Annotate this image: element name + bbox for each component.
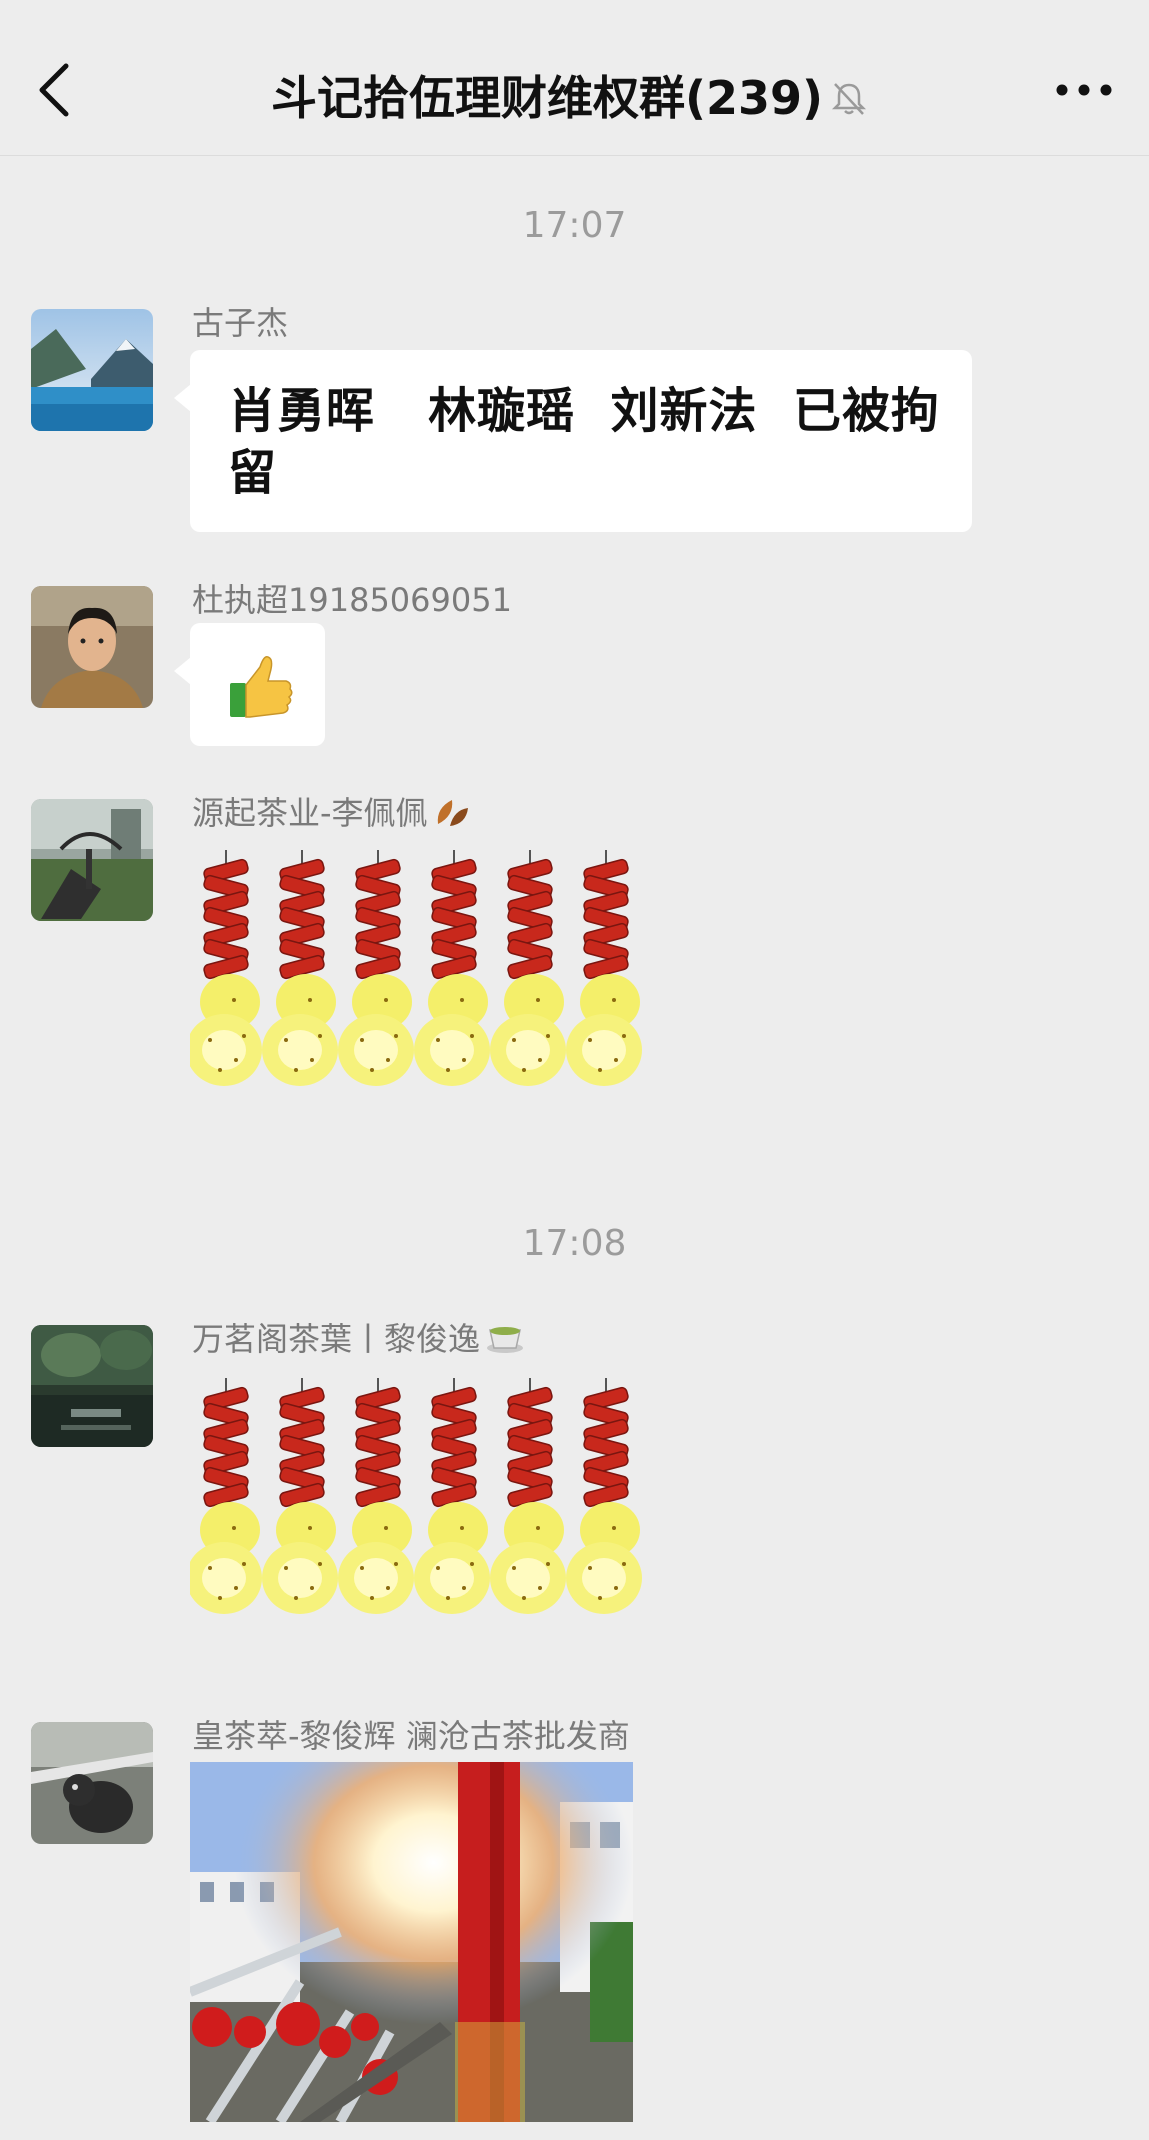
sender-name: 杜执超19185069051 [192, 581, 512, 619]
person-avatar-icon [31, 586, 153, 708]
landscape-avatar-icon [31, 309, 153, 431]
firecracker-sticker[interactable] [185, 1377, 646, 1638]
firecracker-sticker-image [185, 849, 643, 1087]
sender-name-text: 万茗阁茶葉丨黎俊逸 [192, 1320, 481, 1358]
back-button[interactable] [28, 50, 88, 130]
sender-name-text: 源起茶业-李佩佩 [192, 794, 428, 832]
park-avatar-icon [31, 799, 153, 921]
tea-cup-icon [487, 1327, 524, 1353]
bell-off-icon [832, 83, 867, 115]
timestamp: 17:07 [522, 205, 627, 246]
sender-name: 古子杰 [192, 304, 289, 342]
chat-title: 斗记拾伍理财维权群(239) [180, 62, 960, 128]
pond-avatar-icon [31, 1325, 153, 1447]
firecracker-photo [190, 1762, 633, 2122]
emoji-message-bubble[interactable] [174, 623, 325, 746]
fallen-leaves-icon [437, 800, 468, 826]
sender-name: 万茗阁茶葉丨黎俊逸 [192, 1314, 526, 1360]
message-line: 留 [228, 445, 278, 501]
text-message-bubble[interactable]: 肖勇晖 林璇瑶 刘新法 已被拘 留 [174, 350, 972, 534]
avatar[interactable] [31, 586, 153, 708]
avatar[interactable] [31, 1325, 153, 1447]
image-message[interactable] [190, 1762, 633, 2122]
more-dots-icon [1056, 84, 1112, 96]
timestamp: 17:08 [522, 1223, 627, 1264]
chevron-left-icon [39, 63, 69, 117]
message-line: 肖勇晖 林璇瑶 刘新法 已被拘 [228, 383, 940, 439]
sender-name: 源起茶业-李佩佩 [192, 788, 472, 834]
sender-name: 皇茶萃-黎俊辉 澜沧古茶批发商 [192, 1717, 630, 1755]
thumbs-up-icon [230, 655, 293, 718]
avatar[interactable] [31, 1722, 153, 1844]
avatar[interactable] [31, 309, 153, 431]
more-button[interactable] [1049, 70, 1119, 110]
firecracker-sticker[interactable] [185, 849, 646, 1110]
avatar[interactable] [31, 799, 153, 921]
message-text: 肖勇晖 林璇瑶 刘新法 已被拘 留 [190, 350, 972, 534]
chat-title-text: 斗记拾伍理财维权群(239) [270, 71, 824, 125]
chat-header: 斗记拾伍理财维权群(239) [0, 0, 1149, 156]
dog-avatar-icon [31, 1722, 153, 1844]
firecracker-sticker-image [185, 1377, 643, 1615]
